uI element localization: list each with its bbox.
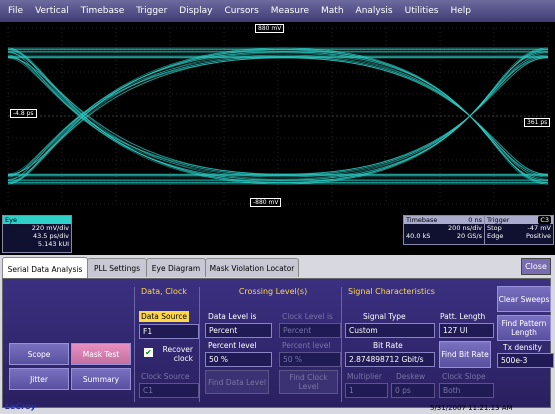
scope-button[interactable]: Scope — [9, 343, 69, 365]
dialog-body: Scope Mask Test Jitter Summary Data, Clo… — [2, 278, 554, 408]
menu-analysis[interactable]: Analysis — [350, 6, 399, 16]
eye-trace-descriptor[interactable]: Eye 220 mV/div 43.5 ps/div 5.143 kUI — [2, 215, 72, 253]
recover-clock-label: Recover clock — [162, 345, 193, 363]
find-pattern-length-button[interactable]: Find Pattern Length — [497, 315, 551, 341]
eye-diagram-plot — [7, 27, 549, 205]
tab-eye-diagram[interactable]: Eye Diagram — [146, 258, 206, 277]
clock-source-field[interactable]: C1 — [139, 383, 199, 398]
mask-test-button[interactable]: Mask Test — [71, 343, 131, 365]
menu-timebase[interactable]: Timebase — [75, 6, 130, 16]
recover-clock-checkbox[interactable]: ✔ — [144, 348, 153, 357]
menu-measure[interactable]: Measure — [265, 6, 315, 16]
tab-serial-data-analysis[interactable]: Serial Data Analysis — [2, 257, 88, 280]
percent-level-field[interactable]: 50 % — [205, 352, 272, 367]
pattern-length-field[interactable]: 127 UI — [439, 323, 494, 338]
menu-vertical[interactable]: Vertical — [29, 6, 75, 16]
signal-characteristics-title: Signal Characteristics — [348, 287, 435, 296]
menu-trigger[interactable]: Trigger — [130, 6, 173, 16]
menu-file[interactable]: File — [0, 6, 29, 16]
crossing-levels-title: Crossing Level(s) — [238, 287, 308, 296]
trigger-type: Edge — [487, 232, 504, 240]
bit-rate-field[interactable]: 2.874898712 Gbit/s — [345, 352, 435, 367]
scope-display[interactable]: 880 mV -880 mV -4.8 ps 361 ps — [0, 22, 555, 212]
tab-pll-settings[interactable]: PLL Settings — [87, 258, 147, 277]
divider — [134, 287, 135, 402]
tx-density-label: Tx density — [503, 343, 542, 352]
bit-rate-label: Bit Rate — [373, 341, 403, 350]
multiplier-field[interactable]: 1 — [345, 383, 388, 398]
data-level-field[interactable]: Percent — [205, 323, 272, 338]
eye-time-per-div: 43.5 ps/div — [32, 232, 69, 240]
trigger-mode: Stop — [487, 224, 502, 232]
menu-bar: File Vertical Timebase Trigger Display C… — [0, 0, 555, 22]
menu-math[interactable]: Math — [315, 6, 350, 16]
menu-utilities[interactable]: Utilities — [399, 6, 445, 16]
data-level-label: Data Level is — [208, 312, 257, 321]
eye-volts-per-div: 220 mV/div — [31, 224, 69, 232]
trigger-slope: Positive — [525, 232, 551, 240]
clock-source-label: Clock Source — [141, 372, 190, 381]
timebase-descriptor[interactable]: Timebase 0 ns 200 ns/div 40.0 kS 20 GS/s — [403, 215, 485, 245]
signal-type-field[interactable]: Custom — [345, 323, 435, 338]
close-button[interactable]: Close — [521, 258, 551, 275]
menu-cursors[interactable]: Cursors — [218, 6, 264, 16]
divider — [199, 287, 200, 402]
find-clock-level-button[interactable]: Find Clock Level — [279, 370, 338, 394]
timebase-sample-rate: 20 GS/s — [456, 232, 482, 240]
info-strip: Eye 220 mV/div 43.5 ps/div 5.143 kUI Tim… — [0, 212, 555, 255]
find-data-level-button[interactable]: Find Data Level — [205, 370, 269, 394]
deskew-label: Deskew — [396, 372, 426, 381]
trigger-channel-badge: C3 — [538, 216, 551, 224]
tx-density-field[interactable]: 500e-3 — [497, 353, 554, 368]
clock-slope-label: Clock Slope — [442, 372, 486, 381]
percent-level-label: Percent level — [208, 341, 257, 350]
menu-help[interactable]: Help — [445, 6, 478, 16]
bottom-level-marker: -880 mV — [250, 198, 282, 207]
deskew-field[interactable]: 0 ps — [391, 383, 435, 398]
timebase-offset: 0 ns — [468, 216, 482, 224]
clock-percent-level-field[interactable]: 50 % — [279, 352, 341, 367]
clock-percent-level-label: Percent level — [282, 341, 331, 350]
eye-ui-count: 5.143 kUI — [37, 240, 69, 248]
timestamp: 5/31/2007 11:21:13 AM — [430, 404, 513, 412]
signal-type-label: Signal Type — [363, 312, 406, 321]
data-source-field[interactable]: F1 — [139, 324, 199, 339]
data-source-label: Data Source — [139, 311, 190, 322]
summary-button[interactable]: Summary — [71, 368, 131, 390]
clear-sweeps-button[interactable]: Clear Sweeps — [497, 286, 551, 312]
find-bit-rate-button[interactable]: Find Bit Rate — [439, 341, 491, 368]
top-level-marker: 880 mV — [255, 24, 285, 33]
clock-level-field[interactable]: Percent — [279, 323, 341, 338]
clock-level-label: Clock Level is — [282, 312, 333, 321]
data-clock-title: Data, Clock — [141, 287, 187, 296]
timebase-title: Timebase — [406, 216, 438, 224]
trigger-level: -47 mV — [527, 224, 551, 232]
clock-slope-field[interactable]: Both — [439, 383, 494, 398]
multiplier-label: Multiplier — [347, 372, 382, 381]
trigger-title: Trigger — [487, 216, 510, 224]
pattern-length-label: Patt. Length — [440, 312, 486, 321]
divider — [341, 287, 342, 402]
right-time-marker: 361 ps — [524, 118, 551, 127]
trigger-descriptor[interactable]: Trigger C3 Stop -47 mV Edge Positive — [484, 215, 554, 245]
timebase-time-per-div: 200 ns/div — [448, 224, 482, 232]
eye-title: Eye — [5, 216, 17, 224]
jitter-button[interactable]: Jitter — [9, 368, 69, 390]
lecroy-logo: LeCroy — [5, 402, 37, 411]
left-time-marker: -4.8 ps — [10, 109, 37, 118]
menu-display[interactable]: Display — [173, 6, 218, 16]
timebase-samples: 40.0 kS — [406, 232, 431, 240]
tab-mask-violation-locator[interactable]: Mask Violation Locator — [205, 258, 299, 277]
analysis-dialog: Serial Data Analysis PLL Settings Eye Di… — [0, 255, 555, 414]
